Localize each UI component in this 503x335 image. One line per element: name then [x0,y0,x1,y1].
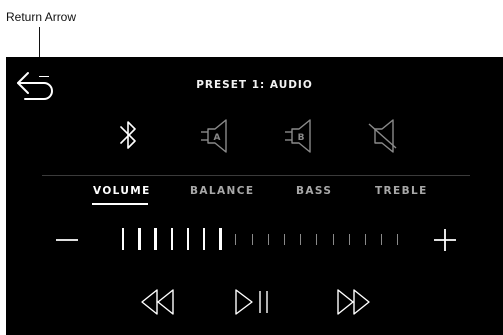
volume-tick-active [219,228,222,250]
callout-line-horizontal [39,76,49,78]
rewind-icon [141,289,174,315]
volume-tick-inactive [365,233,366,245]
bluetooth-icon [120,121,136,149]
volume-tick-active [122,228,125,250]
volume-tick-inactive [332,233,334,245]
volume-tick-inactive [251,233,253,245]
aux-b-label: B [298,133,305,143]
minus-icon [56,239,78,241]
volume-tick-inactive [235,233,237,245]
volume-tick-active [154,228,157,250]
volume-tick-active [186,228,190,250]
volume-tick-inactive [381,233,383,245]
preset-title: PRESET 1: AUDIO [196,79,313,91]
volume-tick-inactive [267,233,269,245]
return-arrow-callout-label: Return Arrow [6,10,77,24]
aux-b-source-button[interactable]: B [280,115,316,155]
aux-a-icon: A [201,119,227,153]
fast-forward-icon [337,289,370,315]
mute-speaker-icon [368,119,397,153]
volume-tick-active [203,228,206,250]
tab-bass[interactable]: BASS [296,185,332,197]
tab-balance[interactable]: BALANCE [190,185,254,197]
volume-increase-button[interactable] [430,223,460,257]
plus-icon [434,229,456,251]
volume-tick-inactive [397,233,399,245]
tab-treble[interactable]: TREBLE [375,185,428,197]
tab-volume[interactable]: VOLUME [93,185,151,197]
volume-tick-inactive [300,233,302,245]
active-tab-underline [92,203,148,205]
aux-b-icon: B [285,119,311,153]
aux-a-source-button[interactable]: A [196,115,232,155]
volume-decrease-button[interactable] [52,223,82,257]
rewind-button[interactable] [136,285,182,319]
aux-a-label: A [214,133,221,143]
volume-tick-inactive [284,233,285,245]
volume-tick-inactive [316,233,318,245]
volume-tick-active [138,228,141,250]
mute-source-button[interactable] [363,115,399,155]
volume-tick-active [170,228,173,250]
fast-forward-button[interactable] [330,285,376,319]
volume-tick-inactive [348,233,350,245]
section-divider [42,175,470,176]
volume-level-bar[interactable] [120,227,412,251]
play-pause-button[interactable] [230,285,276,319]
bluetooth-source-button[interactable] [110,115,146,155]
play-pause-icon [235,289,268,315]
device-screen: PRESET 1: AUDIO A B VOLUME BALANCE BASS [6,57,503,335]
